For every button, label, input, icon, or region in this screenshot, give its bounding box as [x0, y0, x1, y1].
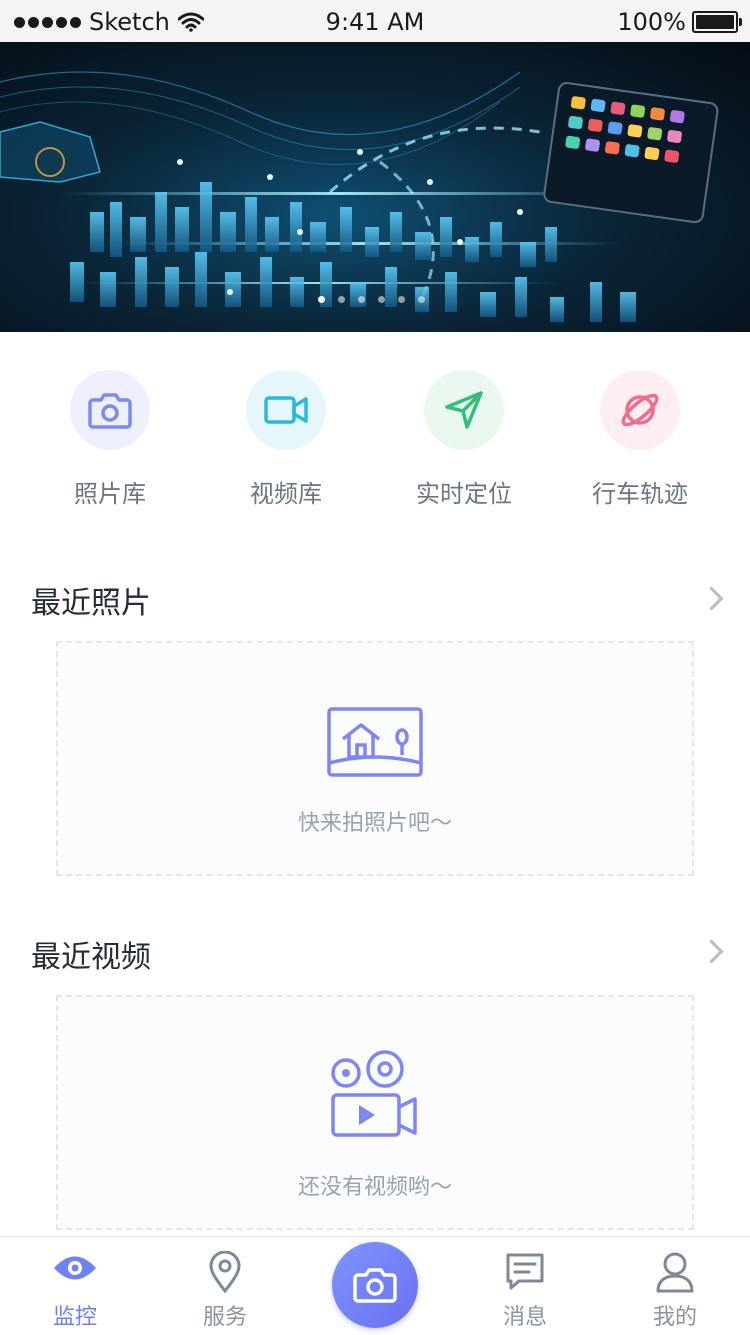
carousel-dot[interactable]: [318, 296, 325, 303]
carousel-dot[interactable]: [338, 296, 345, 303]
quick-actions: 照片库 视频库 实时定位 行车轨迹: [0, 332, 750, 512]
recent-videos-title: 最近视频: [31, 940, 151, 975]
video-camera-icon: [264, 396, 308, 424]
camera-capture-button[interactable]: [332, 1242, 418, 1328]
tab-mine[interactable]: 我的: [600, 1237, 750, 1335]
recent-photos-empty-text: 快来拍照片吧～: [297, 811, 452, 836]
quick-action-label: 实时定位: [416, 480, 512, 508]
recent-videos-empty-text: 还没有视频哟～: [297, 1175, 452, 1200]
eye-icon: [54, 1256, 96, 1280]
recent-photos-empty-state: 快来拍照片吧～: [56, 641, 694, 876]
banner-carousel[interactable]: [0, 42, 750, 332]
message-icon: [506, 1253, 544, 1290]
location-icon-bg: [424, 370, 504, 450]
movie-camera-icon: [331, 1050, 417, 1137]
quick-action-realtime-location[interactable]: 实时定位: [376, 370, 552, 509]
tab-label: 消息: [502, 1305, 547, 1330]
carousel-indicators: [318, 296, 425, 303]
carousel-dot[interactable]: [358, 296, 365, 303]
recent-videos-empty-state: 还没有视频哟～: [56, 995, 694, 1230]
recent-videos-more-chevron-icon[interactable]: [699, 939, 724, 964]
tab-label: 我的: [652, 1305, 697, 1330]
video-library-icon-bg: [246, 370, 326, 450]
navigation-arrow-icon: [445, 391, 483, 429]
battery-icon: [692, 11, 742, 33]
status-right: 100%: [617, 8, 742, 36]
tab-messages[interactable]: 消息: [450, 1237, 600, 1335]
carousel-dot[interactable]: [378, 296, 385, 303]
status-bar: Sketch 9:41 AM 100%: [0, 0, 750, 42]
planet-icon: [621, 393, 659, 427]
camera-icon: [353, 1268, 397, 1303]
quick-action-label: 视频库: [250, 480, 322, 508]
recent-photos-more-chevron-icon[interactable]: [699, 586, 724, 611]
recent-photos-title: 最近照片: [31, 586, 151, 621]
quick-action-photo-library[interactable]: 照片库: [22, 370, 198, 509]
banner-image: [0, 71, 719, 322]
quick-action-video-library[interactable]: 视频库: [198, 370, 374, 509]
carousel-dot[interactable]: [398, 296, 405, 303]
tab-label: 监控: [52, 1305, 97, 1330]
battery-percent: 100%: [617, 8, 686, 36]
tab-monitor[interactable]: 监控: [0, 1237, 150, 1335]
quick-action-label: 行车轨迹: [592, 480, 688, 508]
tab-label: 服务: [202, 1305, 247, 1330]
landscape-photo-icon: [327, 707, 423, 777]
carousel-dot[interactable]: [418, 296, 425, 303]
camera-icon: [88, 393, 132, 429]
track-icon-bg: [600, 370, 680, 450]
user-icon: [656, 1252, 694, 1293]
quick-action-label: 照片库: [74, 480, 146, 508]
tab-service[interactable]: 服务: [150, 1237, 300, 1335]
quick-action-driving-track[interactable]: 行车轨迹: [552, 370, 728, 509]
location-pin-icon: [209, 1251, 241, 1293]
photo-library-icon-bg: [70, 370, 150, 450]
